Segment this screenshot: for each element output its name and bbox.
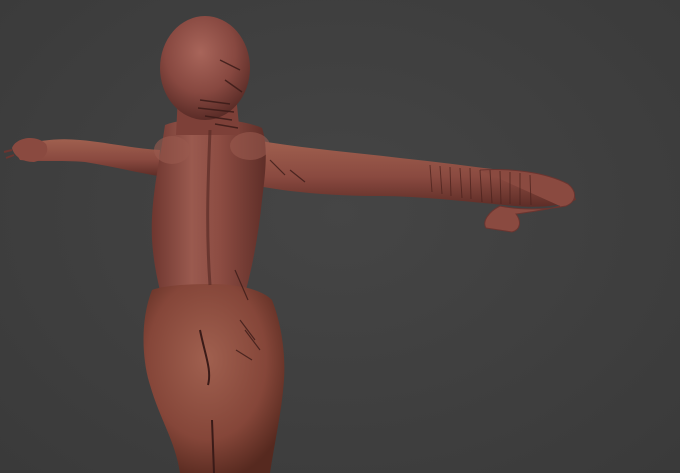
shoulder-right bbox=[230, 132, 270, 160]
left-hand bbox=[12, 138, 48, 162]
shoulder-left bbox=[154, 136, 190, 164]
sculpted-figure-model[interactable] bbox=[0, 0, 680, 473]
hips bbox=[143, 284, 285, 473]
3d-viewport[interactable] bbox=[0, 0, 680, 473]
